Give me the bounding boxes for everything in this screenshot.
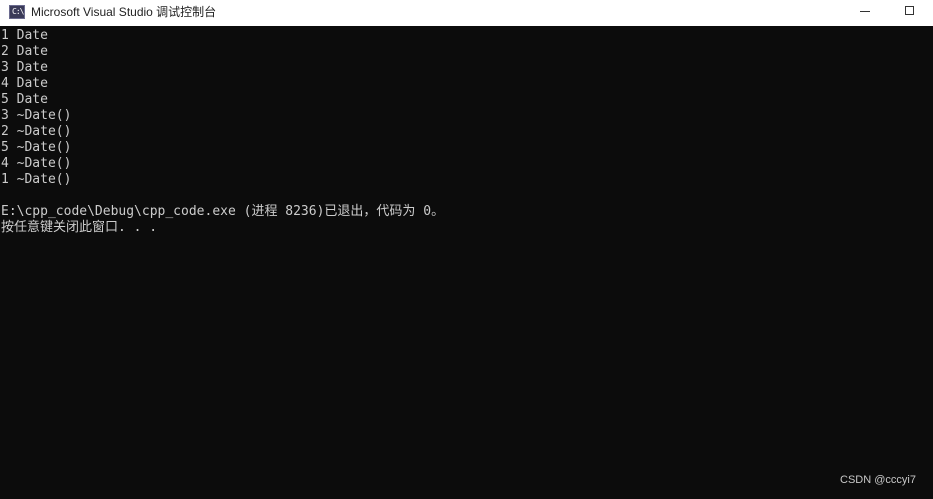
maximize-button[interactable]: [887, 0, 933, 24]
console-window: C:\ Microsoft Visual Studio 调试控制台 1 Date…: [0, 0, 933, 499]
console-prompt: 按任意键关闭此窗口. . .: [1, 220, 158, 235]
app-icon-glyph: C:\: [12, 7, 24, 16]
console-line: 4 Date: [1, 76, 48, 91]
console-line: 3 Date: [1, 60, 48, 75]
console-line: 5 Date: [1, 92, 48, 107]
console-line: 2 ~Date(): [1, 124, 72, 139]
console-line: 5 ~Date(): [1, 140, 72, 155]
console-line: 1 Date: [1, 28, 48, 43]
console-exit-message: E:\cpp_code\Debug\cpp_code.exe (进程 8236)…: [1, 204, 445, 219]
console-line: 2 Date: [1, 44, 48, 59]
console-output[interactable]: 1 Date 2 Date 3 Date 4 Date 5 Date 3 ~Da…: [0, 28, 933, 499]
console-app-icon: C:\: [9, 5, 25, 19]
console-line: 3 ~Date(): [1, 108, 72, 123]
console-line: 1 ~Date(): [1, 172, 72, 187]
console-line: 4 ~Date(): [1, 156, 72, 171]
title-bar[interactable]: C:\ Microsoft Visual Studio 调试控制台: [0, 0, 933, 26]
watermark: CSDN @cccyi7: [840, 474, 916, 486]
window-title: Microsoft Visual Studio 调试控制台: [31, 5, 217, 19]
minimize-icon: [860, 11, 870, 12]
minimize-button[interactable]: [841, 0, 887, 24]
maximize-icon: [905, 6, 914, 15]
